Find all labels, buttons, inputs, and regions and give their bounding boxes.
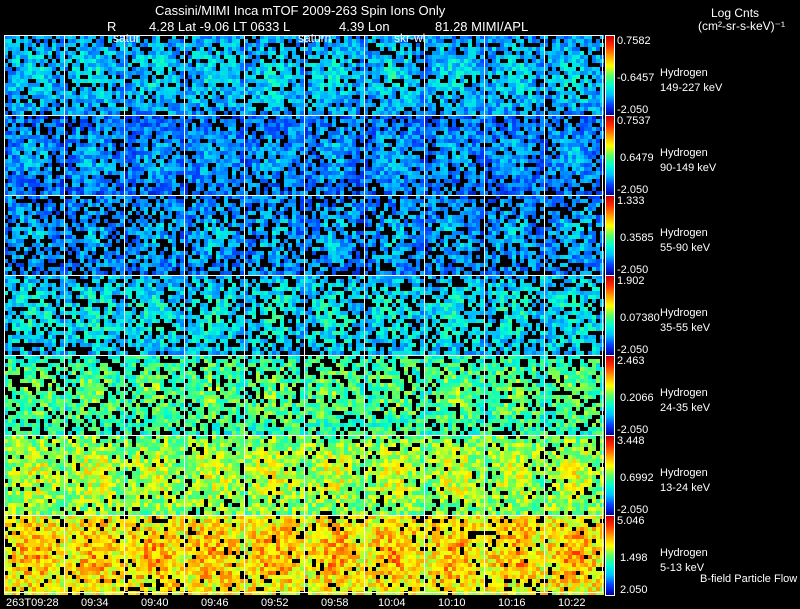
- colorbar: [605, 35, 615, 116]
- species-label: Hydrogen: [660, 147, 708, 159]
- x-tick-label: 09:58: [321, 597, 349, 609]
- species-label: Hydrogen: [660, 227, 708, 239]
- x-tick-label: 10:10: [438, 597, 466, 609]
- lon-value: 81.28 MIMI/APL: [435, 19, 529, 34]
- species-label: Hydrogen: [660, 307, 708, 319]
- colorbar: [605, 515, 615, 596]
- ephemeris-text: 4.28 Lat -9.06 LT 0633 L: [149, 19, 291, 34]
- colorbar-max-label: 5.046: [617, 515, 645, 527]
- colorbar-max-label: 3.448: [617, 435, 645, 447]
- colorbar-mid-label: 0.3585: [620, 232, 654, 244]
- column-divider: [64, 35, 65, 593]
- species-label: Hydrogen: [660, 387, 708, 399]
- overlay-label: saturn: [298, 31, 332, 45]
- species-label: Hydrogen: [660, 67, 708, 79]
- overlay-label: satur: [113, 31, 140, 45]
- colorbar: [605, 355, 615, 436]
- colorbar-max-label: 1.333: [617, 195, 645, 207]
- energy-range-label: 149-227 keV: [660, 82, 723, 94]
- overlay-label: skr-wl: [394, 31, 426, 45]
- species-label: Hydrogen: [660, 467, 708, 479]
- colorbar: [605, 115, 615, 196]
- colorbar-mid-label: -0.6457: [617, 72, 655, 84]
- column-divider: [244, 35, 245, 593]
- x-tick-label: 09:46: [201, 597, 229, 609]
- energy-range-label: 55-90 keV: [660, 242, 711, 254]
- x-tick-label: 263T09:28: [6, 597, 59, 609]
- colorbar-max-label: 0.7537: [617, 115, 651, 127]
- x-tick-label: 10:04: [378, 597, 406, 609]
- x-tick-label: 09:40: [141, 597, 169, 609]
- colorbar-mid-label: 0.6479: [620, 152, 654, 164]
- species-label: Hydrogen: [660, 547, 708, 559]
- x-tick-label: 10:22: [558, 597, 586, 609]
- plot-title: Cassini/MIMI Inca mTOF 2009-263 Spin Ion…: [155, 3, 446, 18]
- footer-note: B-field Particle Flow: [700, 573, 798, 585]
- column-divider: [184, 35, 185, 593]
- colorbar-units: (cm²-sr-s-keV)⁻¹: [698, 19, 785, 33]
- colorbar-max-label: 0.7582: [617, 35, 651, 47]
- colorbar-max-label: 2.463: [617, 355, 645, 367]
- lon-label: 4.39 Lon: [339, 19, 390, 34]
- column-divider: [364, 35, 365, 593]
- column-divider: [124, 35, 125, 593]
- energy-range-label: 13-24 keV: [660, 482, 711, 494]
- energy-range-label: 24-35 keV: [660, 402, 711, 414]
- column-divider: [424, 35, 425, 593]
- x-tick-label: 09:34: [81, 597, 109, 609]
- colorbar-max-label: 1.902: [617, 275, 645, 287]
- colorbar-mid-label: 0.2066: [620, 392, 654, 404]
- colorbar-mid-label: 0.07380: [620, 312, 660, 324]
- column-divider: [544, 35, 545, 593]
- x-tick-label: 09:52: [261, 597, 289, 609]
- energy-range-label: 35-55 keV: [660, 322, 711, 334]
- energy-range-label: 90-149 keV: [660, 162, 717, 174]
- x-tick-label: 10:16: [498, 597, 526, 609]
- colorbar: [605, 275, 615, 356]
- colorbar-min-label: 2.050: [620, 584, 648, 596]
- colorbar: [605, 435, 615, 516]
- column-divider: [304, 35, 305, 593]
- colorbar-mid-label: 1.498: [620, 552, 648, 564]
- colorbar-mid-label: 0.6992: [620, 472, 654, 484]
- column-divider: [484, 35, 485, 593]
- energy-range-label: 5-13 keV: [660, 562, 705, 574]
- colorbar: [605, 195, 615, 276]
